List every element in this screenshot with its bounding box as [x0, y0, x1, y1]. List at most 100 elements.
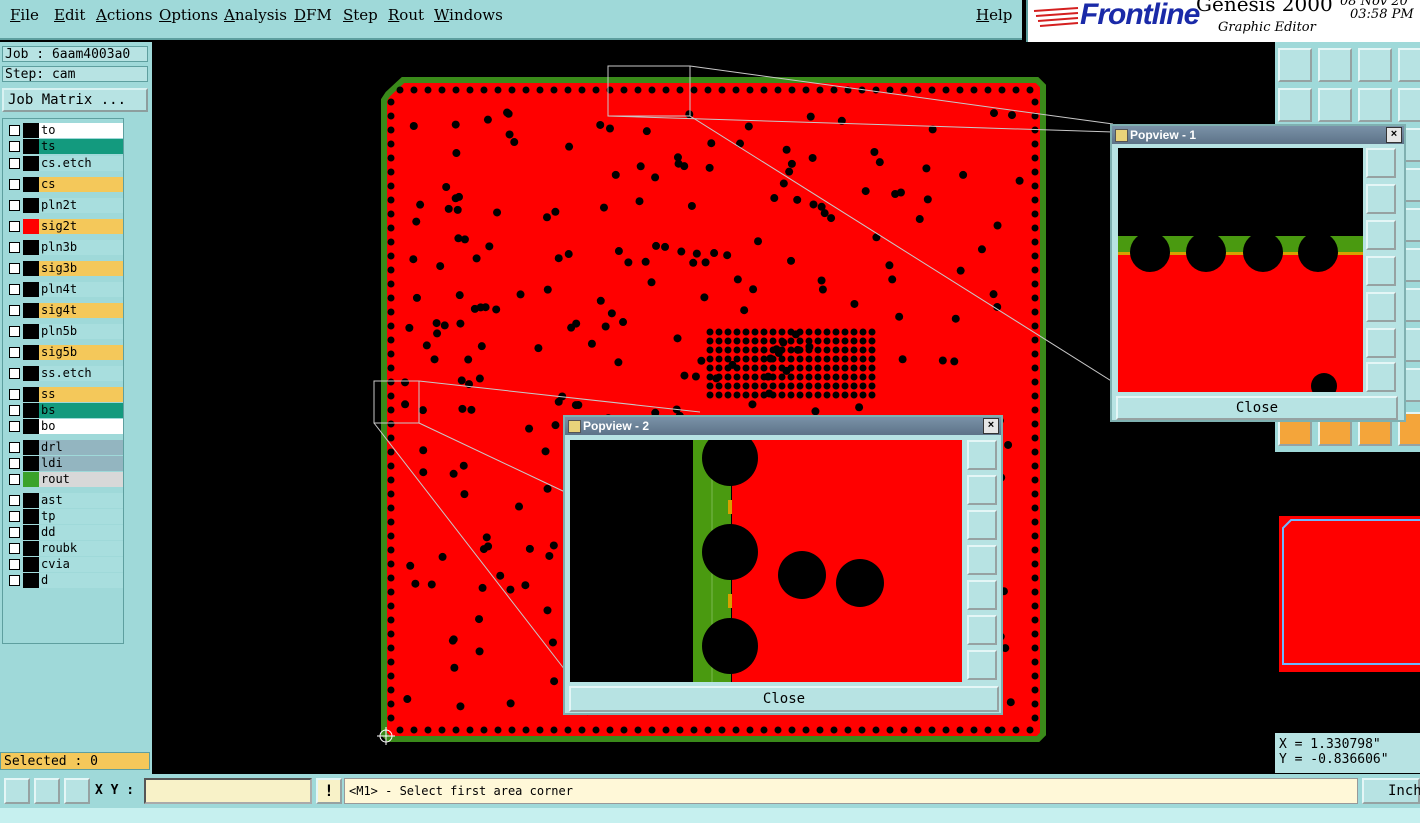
layer-name[interactable]: tp: [39, 509, 123, 524]
snap-grid-icon[interactable]: [64, 778, 90, 804]
pan-up-button[interactable]: [1366, 184, 1396, 214]
layer-name[interactable]: to: [39, 123, 123, 138]
layer-name[interactable]: cs: [39, 177, 123, 192]
layer-checkbox[interactable]: [9, 242, 20, 253]
layer-color-swatch[interactable]: [23, 403, 39, 418]
popview-2-close-button[interactable]: Close: [569, 686, 999, 712]
layer-color-swatch[interactable]: [23, 419, 39, 434]
layer-checkbox[interactable]: [9, 200, 20, 211]
pan-down-button[interactable]: [967, 510, 997, 540]
layer-checkbox[interactable]: [9, 458, 20, 469]
layer-row[interactable]: sig5b: [5, 345, 123, 360]
menu-help[interactable]: Help: [976, 6, 1012, 24]
toolbar-button[interactable]: [1278, 48, 1312, 82]
layer-row[interactable]: to: [5, 123, 123, 138]
units-button[interactable]: Inch: [1362, 778, 1420, 804]
layer-color-swatch[interactable]: [23, 472, 39, 487]
layer-row[interactable]: sig3b: [5, 261, 123, 276]
popview-1-close-button[interactable]: Close: [1116, 396, 1398, 420]
menu-edit[interactable]: Edit: [54, 6, 85, 24]
popview-1-close-icon[interactable]: ×: [1386, 127, 1402, 143]
xy-input[interactable]: [144, 778, 312, 804]
layer-color-swatch[interactable]: [23, 303, 39, 318]
layer-name[interactable]: pln3b: [39, 240, 123, 255]
layer-row[interactable]: pln4t: [5, 282, 123, 297]
layer-color-swatch[interactable]: [23, 456, 39, 471]
toolbar-button[interactable]: [1358, 48, 1392, 82]
layer-checkbox[interactable]: [9, 125, 20, 136]
layer-row[interactable]: d: [5, 573, 123, 588]
menu-options[interactable]: Options: [159, 6, 218, 24]
layer-row[interactable]: bs: [5, 403, 123, 418]
layer-color-swatch[interactable]: [23, 198, 39, 213]
layer-row[interactable]: ast: [5, 493, 123, 508]
toolbar-button[interactable]: [1278, 88, 1312, 122]
layer-name[interactable]: ss.etch: [39, 366, 123, 381]
toolbar-button[interactable]: [1398, 88, 1420, 122]
layer-name[interactable]: ts: [39, 139, 123, 154]
zoom-fit-button[interactable]: [967, 440, 997, 470]
layer-row[interactable]: rout: [5, 472, 123, 487]
layer-name[interactable]: dd: [39, 525, 123, 540]
layer-color-swatch[interactable]: [23, 509, 39, 524]
layer-name[interactable]: pln5b: [39, 324, 123, 339]
layer-name[interactable]: ldi: [39, 456, 123, 471]
popview-1-titlebar[interactable]: Popview - 1 ×: [1112, 126, 1404, 144]
layer-row[interactable]: bo: [5, 419, 123, 434]
layer-color-swatch[interactable]: [23, 557, 39, 572]
menu-analysis[interactable]: Analysis: [224, 6, 287, 24]
layer-color-swatch[interactable]: [23, 219, 39, 234]
layer-checkbox[interactable]: [9, 389, 20, 400]
layer-row[interactable]: pln2t: [5, 198, 123, 213]
toolbar-button[interactable]: [1318, 88, 1352, 122]
pan-left-button[interactable]: [967, 545, 997, 575]
pan-up-button[interactable]: [967, 475, 997, 505]
layer-name[interactable]: bo: [39, 419, 123, 434]
layer-color-swatch[interactable]: [23, 493, 39, 508]
layer-name[interactable]: pln4t: [39, 282, 123, 297]
popview-2-titlebar[interactable]: Popview - 2 ×: [565, 417, 1001, 435]
pan-right-button[interactable]: [967, 580, 997, 610]
layer-name[interactable]: sig4t: [39, 303, 123, 318]
layer-color-swatch[interactable]: [23, 573, 39, 588]
layer-checkbox[interactable]: [9, 179, 20, 190]
layer-checkbox[interactable]: [9, 559, 20, 570]
layer-checkbox[interactable]: [9, 284, 20, 295]
layer-color-swatch[interactable]: [23, 387, 39, 402]
layer-row[interactable]: tp: [5, 509, 123, 524]
zoom-out-button[interactable]: [967, 650, 997, 680]
layer-color-swatch[interactable]: [23, 345, 39, 360]
layer-row[interactable]: ss.etch: [5, 366, 123, 381]
popview-1-view[interactable]: [1118, 148, 1363, 392]
layer-row[interactable]: ss: [5, 387, 123, 402]
layer-row[interactable]: pln5b: [5, 324, 123, 339]
layer-name[interactable]: cs.etch: [39, 156, 123, 171]
layer-checkbox[interactable]: [9, 442, 20, 453]
measure-icon[interactable]: [34, 778, 60, 804]
layer-row[interactable]: pln3b: [5, 240, 123, 255]
layer-name[interactable]: drl: [39, 440, 123, 455]
layer-checkbox[interactable]: [9, 305, 20, 316]
layer-color-swatch[interactable]: [23, 440, 39, 455]
zoom-in-button[interactable]: [1366, 328, 1396, 358]
layer-color-swatch[interactable]: [23, 240, 39, 255]
layer-color-swatch[interactable]: [23, 177, 39, 192]
layer-row[interactable]: cvia: [5, 557, 123, 572]
layer-color-swatch[interactable]: [23, 156, 39, 171]
toolbar-button[interactable]: [1398, 48, 1420, 82]
toolbar-button[interactable]: [1318, 48, 1352, 82]
layer-name[interactable]: cvia: [39, 557, 123, 572]
layer-checkbox[interactable]: [9, 575, 20, 586]
layer-checkbox[interactable]: [9, 527, 20, 538]
layer-name[interactable]: sig3b: [39, 261, 123, 276]
layer-checkbox[interactable]: [9, 543, 20, 554]
layer-name[interactable]: d: [39, 573, 123, 588]
layer-name[interactable]: ss: [39, 387, 123, 402]
layer-color-swatch[interactable]: [23, 525, 39, 540]
layer-row[interactable]: ldi: [5, 456, 123, 471]
pan-left-button[interactable]: [1366, 256, 1396, 286]
layer-checkbox[interactable]: [9, 421, 20, 432]
layer-name[interactable]: pln2t: [39, 198, 123, 213]
select-area-icon[interactable]: [4, 778, 30, 804]
layer-checkbox[interactable]: [9, 511, 20, 522]
